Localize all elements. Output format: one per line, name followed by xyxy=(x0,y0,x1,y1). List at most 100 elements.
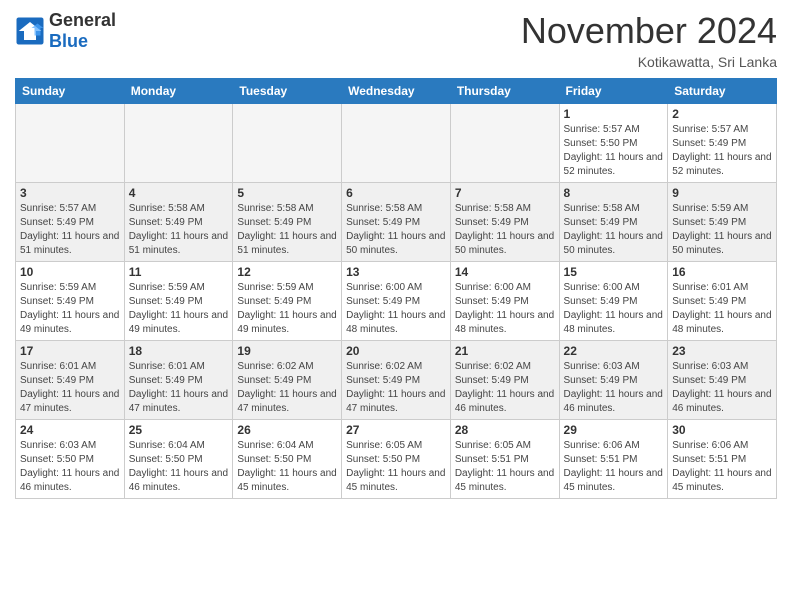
day-number: 23 xyxy=(672,344,772,358)
calendar-week-row: 1Sunrise: 5:57 AM Sunset: 5:50 PM Daylig… xyxy=(16,104,777,183)
day-info: Sunrise: 5:58 AM Sunset: 5:49 PM Dayligh… xyxy=(564,202,664,258)
calendar-body: 1Sunrise: 5:57 AM Sunset: 5:50 PM Daylig… xyxy=(16,104,777,499)
day-info: Sunrise: 6:00 AM Sunset: 5:49 PM Dayligh… xyxy=(346,281,446,337)
weekday-header: Monday xyxy=(124,79,233,104)
day-info: Sunrise: 5:59 AM Sunset: 5:49 PM Dayligh… xyxy=(672,202,772,258)
calendar-cell: 12Sunrise: 5:59 AM Sunset: 5:49 PM Dayli… xyxy=(233,262,342,341)
calendar-cell: 20Sunrise: 6:02 AM Sunset: 5:49 PM Dayli… xyxy=(342,341,451,420)
day-number: 11 xyxy=(129,265,229,279)
day-info: Sunrise: 5:58 AM Sunset: 5:49 PM Dayligh… xyxy=(346,202,446,258)
title-block: November 2024 Kotikawatta, Sri Lanka xyxy=(521,10,777,70)
header: General Blue November 2024 Kotikawatta, … xyxy=(15,10,777,70)
calendar-table: SundayMondayTuesdayWednesdayThursdayFrid… xyxy=(15,78,777,499)
calendar-cell: 30 Sunrise: 6:06 AM Sunset: 5:51 PM Dayli… xyxy=(668,420,777,499)
calendar-cell: 21Sunrise: 6:02 AM Sunset: 5:49 PM Dayli… xyxy=(450,341,559,420)
logo: General Blue xyxy=(15,10,116,52)
logo-text: General Blue xyxy=(49,10,116,52)
calendar-week-row: 24 Sunrise: 6:03 AM Sunset: 5:50 PM Dayli… xyxy=(16,420,777,499)
calendar-cell xyxy=(233,104,342,183)
calendar-cell: 19 Sunrise: 6:02 AM Sunset: 5:49 PM Dayli… xyxy=(233,341,342,420)
weekday-header: Thursday xyxy=(450,79,559,104)
calendar-cell: 6 Sunrise: 5:58 AM Sunset: 5:49 PM Daylig… xyxy=(342,183,451,262)
calendar-cell: 5 Sunrise: 5:58 AM Sunset: 5:49 PM Daylig… xyxy=(233,183,342,262)
calendar-cell: 18Sunrise: 6:01 AM Sunset: 5:49 PM Dayli… xyxy=(124,341,233,420)
day-info: Sunrise: 6:03 AM Sunset: 5:49 PM Dayligh… xyxy=(672,360,772,416)
calendar-week-row: 17 Sunrise: 6:01 AM Sunset: 5:49 PM Dayli… xyxy=(16,341,777,420)
month-title: November 2024 xyxy=(521,10,777,52)
calendar-cell xyxy=(16,104,125,183)
day-info: Sunrise: 6:01 AM Sunset: 5:49 PM Dayligh… xyxy=(129,360,229,416)
calendar-cell: 1Sunrise: 5:57 AM Sunset: 5:50 PM Daylig… xyxy=(559,104,668,183)
day-number: 14 xyxy=(455,265,555,279)
day-info: Sunrise: 6:04 AM Sunset: 5:50 PM Dayligh… xyxy=(129,439,229,495)
day-info: Sunrise: 5:57 AM Sunset: 5:50 PM Dayligh… xyxy=(564,123,664,179)
calendar-cell: 15Sunrise: 6:00 AM Sunset: 5:49 PM Dayli… xyxy=(559,262,668,341)
weekday-header: Sunday xyxy=(16,79,125,104)
calendar-cell: 14 Sunrise: 6:00 AM Sunset: 5:49 PM Dayli… xyxy=(450,262,559,341)
day-info: Sunrise: 6:05 AM Sunset: 5:51 PM Dayligh… xyxy=(455,439,555,495)
day-number: 29 xyxy=(564,423,664,437)
day-number: 20 xyxy=(346,344,446,358)
day-info: Sunrise: 6:01 AM Sunset: 5:49 PM Dayligh… xyxy=(20,360,120,416)
calendar-week-row: 3 Sunrise: 5:57 AM Sunset: 5:49 PM Daylig… xyxy=(16,183,777,262)
logo-blue-text: Blue xyxy=(49,31,116,52)
calendar-cell: 23 Sunrise: 6:03 AM Sunset: 5:49 PM Dayli… xyxy=(668,341,777,420)
day-info: Sunrise: 6:00 AM Sunset: 5:49 PM Dayligh… xyxy=(455,281,555,337)
day-number: 25 xyxy=(129,423,229,437)
day-info: Sunrise: 6:06 AM Sunset: 5:51 PM Dayligh… xyxy=(564,439,664,495)
calendar-cell: 11Sunrise: 5:59 AM Sunset: 5:49 PM Dayli… xyxy=(124,262,233,341)
calendar-cell: 27 Sunrise: 6:05 AM Sunset: 5:50 PM Dayli… xyxy=(342,420,451,499)
calendar-cell: 29 Sunrise: 6:06 AM Sunset: 5:51 PM Dayli… xyxy=(559,420,668,499)
logo-icon xyxy=(15,16,45,46)
day-number: 30 xyxy=(672,423,772,437)
weekday-header-row: SundayMondayTuesdayWednesdayThursdayFrid… xyxy=(16,79,777,104)
day-info: Sunrise: 6:05 AM Sunset: 5:50 PM Dayligh… xyxy=(346,439,446,495)
day-info: Sunrise: 6:01 AM Sunset: 5:49 PM Dayligh… xyxy=(672,281,772,337)
day-number: 28 xyxy=(455,423,555,437)
calendar-cell: 2Sunrise: 5:57 AM Sunset: 5:49 PM Daylig… xyxy=(668,104,777,183)
day-info: Sunrise: 5:58 AM Sunset: 5:49 PM Dayligh… xyxy=(455,202,555,258)
day-info: Sunrise: 6:06 AM Sunset: 5:51 PM Dayligh… xyxy=(672,439,772,495)
calendar-cell xyxy=(450,104,559,183)
calendar-cell: 24 Sunrise: 6:03 AM Sunset: 5:50 PM Dayli… xyxy=(16,420,125,499)
day-info: Sunrise: 5:57 AM Sunset: 5:49 PM Dayligh… xyxy=(20,202,120,258)
day-info: Sunrise: 5:59 AM Sunset: 5:49 PM Dayligh… xyxy=(20,281,120,337)
page-container: General Blue November 2024 Kotikawatta, … xyxy=(0,0,792,509)
day-info: Sunrise: 6:02 AM Sunset: 5:49 PM Dayligh… xyxy=(237,360,337,416)
day-number: 24 xyxy=(20,423,120,437)
day-number: 13 xyxy=(346,265,446,279)
day-number: 9 xyxy=(672,186,772,200)
calendar-cell: 13 Sunrise: 6:00 AM Sunset: 5:49 PM Dayli… xyxy=(342,262,451,341)
day-number: 10 xyxy=(20,265,120,279)
calendar-cell: 10 Sunrise: 5:59 AM Sunset: 5:49 PM Dayli… xyxy=(16,262,125,341)
day-info: Sunrise: 5:59 AM Sunset: 5:49 PM Dayligh… xyxy=(237,281,337,337)
calendar-cell: 17 Sunrise: 6:01 AM Sunset: 5:49 PM Dayli… xyxy=(16,341,125,420)
day-info: Sunrise: 6:03 AM Sunset: 5:50 PM Dayligh… xyxy=(20,439,120,495)
calendar-cell: 8Sunrise: 5:58 AM Sunset: 5:49 PM Daylig… xyxy=(559,183,668,262)
weekday-header: Tuesday xyxy=(233,79,342,104)
day-info: Sunrise: 5:58 AM Sunset: 5:49 PM Dayligh… xyxy=(129,202,229,258)
day-number: 21 xyxy=(455,344,555,358)
day-number: 6 xyxy=(346,186,446,200)
day-number: 26 xyxy=(237,423,337,437)
location: Kotikawatta, Sri Lanka xyxy=(521,54,777,70)
calendar-cell: 16Sunrise: 6:01 AM Sunset: 5:49 PM Dayli… xyxy=(668,262,777,341)
day-number: 17 xyxy=(20,344,120,358)
day-number: 15 xyxy=(564,265,664,279)
day-number: 4 xyxy=(129,186,229,200)
day-number: 27 xyxy=(346,423,446,437)
day-number: 5 xyxy=(237,186,337,200)
day-number: 3 xyxy=(20,186,120,200)
day-info: Sunrise: 6:03 AM Sunset: 5:49 PM Dayligh… xyxy=(564,360,664,416)
calendar-cell: 4 Sunrise: 5:58 AM Sunset: 5:49 PM Daylig… xyxy=(124,183,233,262)
logo-general-text: General xyxy=(49,10,116,31)
calendar-cell xyxy=(342,104,451,183)
calendar-week-row: 10 Sunrise: 5:59 AM Sunset: 5:49 PM Dayli… xyxy=(16,262,777,341)
day-info: Sunrise: 5:58 AM Sunset: 5:49 PM Dayligh… xyxy=(237,202,337,258)
calendar-cell: 7 Sunrise: 5:58 AM Sunset: 5:49 PM Daylig… xyxy=(450,183,559,262)
calendar-cell: 26Sunrise: 6:04 AM Sunset: 5:50 PM Dayli… xyxy=(233,420,342,499)
calendar-cell: 28 Sunrise: 6:05 AM Sunset: 5:51 PM Dayli… xyxy=(450,420,559,499)
day-number: 7 xyxy=(455,186,555,200)
calendar-cell: 9 Sunrise: 5:59 AM Sunset: 5:49 PM Daylig… xyxy=(668,183,777,262)
day-number: 19 xyxy=(237,344,337,358)
